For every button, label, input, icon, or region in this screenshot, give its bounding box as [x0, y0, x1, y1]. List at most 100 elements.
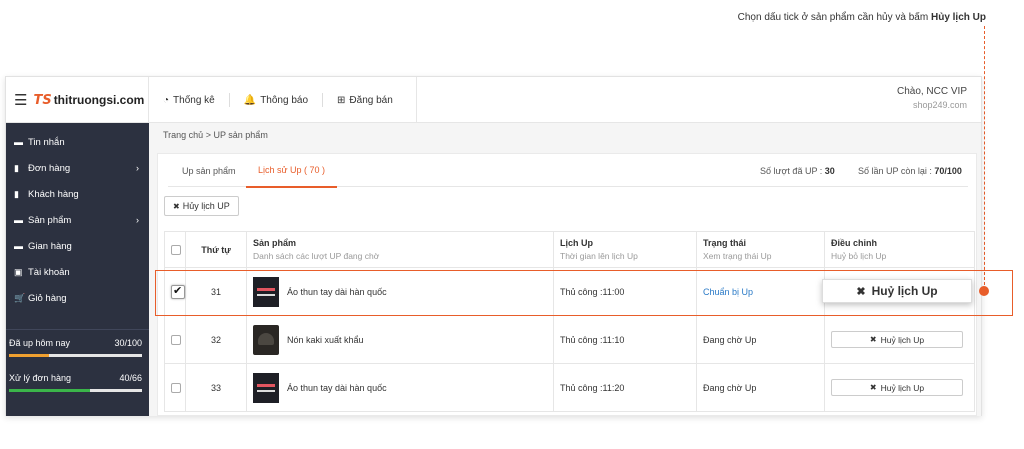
cancel-up-label: Huỷ lịch Up: [880, 334, 925, 345]
sidebar: ▬ Tin nhắn ▮ Đơn hàng › ▮ Khách hàng ▬ S…: [6, 123, 149, 416]
header-order: Thứ tự: [185, 231, 247, 268]
header-title: Sản phẩm: [253, 238, 297, 248]
row-schedule: Thủ công :11:10: [553, 315, 697, 364]
row-product: Nón kaki xuất khẩu: [246, 315, 554, 364]
product-thumbnail[interactable]: [253, 324, 279, 355]
stat-label: Đã up hôm nay: [9, 338, 71, 348]
top-nav: ◔ Thống kê 🔔 Thông báo ⊞ Đăng bán: [149, 77, 407, 123]
tab-up-products[interactable]: Up sản phẩm: [182, 154, 236, 187]
sidebar-item-messages[interactable]: ▬ Tin nhắn: [6, 129, 149, 155]
sidebar-item-label: Khách hàng: [28, 188, 79, 200]
cancel-up-label: Huỷ lịch Up: [880, 382, 925, 393]
header-subtitle: Danh sách các lượt UP đang chờ: [253, 251, 380, 261]
sidebar-item-store[interactable]: ▬ Gian hàng: [6, 233, 149, 259]
topnav-stats[interactable]: ◔ Thống kê: [149, 93, 230, 107]
stat-uploaded-today: Đã up hôm nay 30/100: [6, 330, 149, 357]
bell-icon: 🔔: [243, 94, 257, 106]
row-checkbox[interactable]: [171, 334, 181, 345]
header-product: Sản phẩm Danh sách các lượt UP đang chờ: [246, 231, 554, 268]
row-status: Chuẩn bị Up: [696, 267, 825, 316]
account-icon: ▣: [14, 266, 23, 277]
user-box[interactable]: Chào, NCC VIP shop249.com: [897, 86, 967, 110]
header-title: Trạng thái: [703, 238, 747, 248]
topnav-notifications[interactable]: 🔔 Thông báo: [230, 93, 324, 107]
user-shop: shop249.com: [912, 100, 967, 110]
header-schedule: Lịch Up Thời gian lên lịch Up: [553, 231, 697, 268]
stat-value: 40/66: [119, 373, 142, 383]
select-all-checkbox[interactable]: [171, 244, 181, 255]
tab-up-history[interactable]: Lịch sử Up ( 70 ): [246, 154, 338, 188]
cancel-schedule-button[interactable]: ✖ Hủy lịch UP: [164, 196, 239, 216]
row-check-cell: [164, 363, 186, 412]
breadcrumb: Trang chủ > UP sản phẩm: [163, 130, 268, 140]
stat-used-label: Số lượt đã UP :: [760, 166, 825, 176]
pie-chart-icon: ◔: [163, 94, 170, 106]
product-name: Nón kaki xuất khẩu: [287, 334, 364, 345]
header-subtitle: Huỷ bỏ lịch Up: [831, 251, 887, 261]
row-action: ✖ Huỷ lịch Up: [824, 315, 975, 364]
sidebar-item-label: Tin nhắn: [28, 136, 65, 148]
stat-value: 30/100: [114, 338, 142, 348]
close-icon: ✖: [869, 335, 877, 344]
cancel-up-button[interactable]: ✖ Huỷ lịch Up: [831, 379, 963, 396]
store-icon: ▬: [14, 241, 23, 251]
row-check-cell: [164, 267, 186, 316]
topnav-divider: [416, 77, 417, 123]
card-icon: ▬: [14, 215, 23, 225]
brand[interactable]: ☰ TS thitruongsi.com: [6, 77, 149, 123]
logo-text: thitruongsi.com: [53, 93, 145, 107]
row-order: 31: [185, 267, 247, 316]
row-order: 33: [185, 363, 247, 412]
sidebar-item-products[interactable]: ▬ Sản phẩm ›: [6, 207, 149, 233]
row-check-cell: [164, 315, 186, 364]
user-greeting: Chào, NCC VIP: [896, 86, 967, 97]
row-status: Đang chờ Up: [696, 315, 825, 364]
progress-bar: [9, 354, 142, 357]
progress-fill: [9, 389, 90, 392]
sidebar-item-label: Giỏ hàng: [28, 292, 67, 304]
close-icon: ✖: [869, 383, 877, 392]
sidebar-item-label: Sản phẩm: [28, 214, 72, 226]
row-product: Áo thun tay dài hàn quốc: [246, 363, 554, 412]
sidebar-item-cart[interactable]: 🛒 Giỏ hàng: [6, 285, 149, 311]
cart-icon: 🛒: [14, 292, 26, 303]
row-order: 32: [185, 315, 247, 364]
table-row: 32 Nón kaki xuất khẩu Thủ công :11:10 Đa…: [164, 315, 975, 364]
table-header-row: Thứ tự Sản phẩm Danh sách các lượt UP đan…: [164, 231, 975, 268]
menu-icon[interactable]: ☰: [14, 93, 27, 108]
plus-square-icon: ⊞: [337, 94, 346, 106]
users-icon: ▮: [14, 188, 19, 199]
row-checkbox[interactable]: [171, 382, 181, 393]
close-icon: ✖: [173, 201, 180, 211]
cancel-up-button[interactable]: ✖ Huỷ lịch Up: [831, 331, 963, 348]
stat-remaining-ups: Số lần UP còn lại : 70/100: [858, 166, 962, 176]
progress-fill: [9, 354, 49, 357]
top-bar: ☰ TS thitruongsi.com ◔ Thống kê 🔔 Thông …: [6, 77, 981, 123]
table-row: 33 Áo thun tay dài hàn quốc Thủ công :11…: [164, 363, 975, 412]
sidebar-item-customers[interactable]: ▮ Khách hàng: [6, 181, 149, 207]
close-icon: ✖: [856, 285, 866, 298]
header-title: Thứ tự: [201, 244, 231, 255]
sidebar-item-label: Đơn hàng: [28, 162, 71, 174]
status-link[interactable]: Chuẩn bị Up: [703, 287, 753, 297]
cancel-up-label: Huỷ lịch Up: [871, 284, 938, 298]
product-thumbnail[interactable]: [253, 276, 279, 307]
row-schedule: Thủ công :11:20: [553, 363, 697, 412]
topnav-post[interactable]: ⊞ Đăng bán: [323, 93, 407, 107]
sidebar-item-label: Gian hàng: [28, 240, 72, 252]
row-product: Áo thun tay dài hàn quốc: [246, 267, 554, 316]
header-title: Điều chỉnh: [831, 238, 878, 248]
topnav-stats-label: Thống kê: [173, 94, 215, 106]
header-status: Trạng thái Xem trạng thái Up: [696, 231, 825, 268]
product-thumbnail[interactable]: [253, 372, 279, 403]
cancel-up-button-highlighted[interactable]: ✖ Huỷ lịch Up: [822, 279, 972, 303]
sidebar-item-account[interactable]: ▣ Tài khoản: [6, 259, 149, 285]
row-action: ✖ Huỷ lịch Up: [824, 363, 975, 412]
row-checkbox-checked[interactable]: [171, 284, 185, 299]
stat-used-value: 30: [824, 166, 835, 176]
instruction-bold: Hủy lịch Up: [930, 12, 986, 23]
header-title: Lịch Up: [560, 238, 593, 248]
tabs: Up sản phẩm Lịch sử Up ( 70 ) Số lượt đã…: [168, 154, 968, 188]
up-schedule-table: Thứ tự Sản phẩm Danh sách các lượt UP đan…: [164, 231, 975, 412]
sidebar-item-orders[interactable]: ▮ Đơn hàng ›: [6, 155, 149, 181]
